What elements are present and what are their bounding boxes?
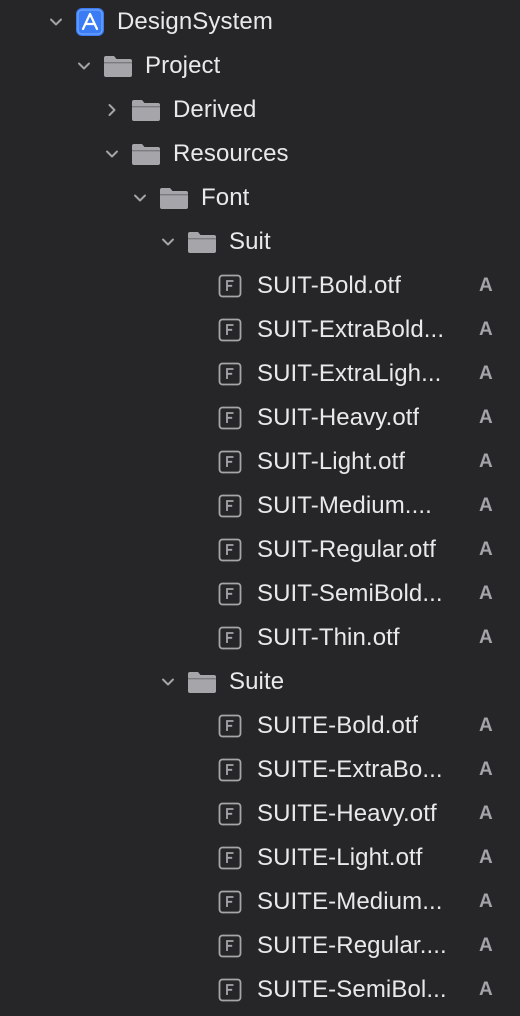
tree-item-label: SUITE-Light.otf [257,844,423,871]
tree-row-file[interactable]: SUITE-Heavy.otf A [0,792,520,836]
git-status-badge: A [479,275,493,296]
tree-row-suite-folder[interactable]: Suite [0,660,520,704]
tree-item-label: SUIT-Light.otf [257,448,406,475]
tree-row-resources-folder[interactable]: Resources [0,132,520,176]
font-file-icon [215,756,245,784]
folder-icon [187,668,217,696]
tree-row-file[interactable]: SUITE-Medium... A [0,880,520,924]
tree-item-label: Project [145,52,221,79]
tree-item-label: SUIT-ExtraLigh... [257,360,442,387]
tree-item-label: SUITE-Medium... [257,888,443,915]
tree-item-label: SUIT-ExtraBold... [257,316,445,343]
tree-row-font-folder[interactable]: Font [0,176,520,220]
tree-item-label: Suit [229,228,271,255]
font-file-icon [215,580,245,608]
tree-row-file[interactable]: SUITE-Light.otf A [0,836,520,880]
tree-item-label: SUITE-ExtraBo... [257,756,443,783]
git-status-badge: A [479,495,493,516]
tree-row-file[interactable]: SUIT-Thin.otf A [0,616,520,660]
tree-item-label: SUIT-Bold.otf [257,272,402,299]
tree-item-label: SUIT-Heavy.otf [257,404,420,431]
tree-row-file[interactable]: SUITE-SemiBol... A [0,968,520,1012]
folder-icon [131,96,161,124]
font-file-icon [215,712,245,740]
git-status-badge: A [479,715,493,736]
git-status-badge: A [479,319,493,340]
tree-item-label: SUITE-SemiBol... [257,976,447,1003]
font-file-icon [215,404,245,432]
tree-row-file[interactable]: SUIT-Bold.otf A [0,264,520,308]
tree-row-file[interactable]: SUITE-Bold.otf A [0,704,520,748]
tree-row-file[interactable]: SUIT-ExtraBold... A [0,308,520,352]
tree-row-project-folder[interactable]: Project [0,44,520,88]
tree-item-label: SUIT-Regular.otf [257,536,437,563]
tree-row-designsystem[interactable]: DesignSystem [0,0,520,44]
font-file-icon [215,448,245,476]
git-status-badge: A [479,891,493,912]
chevron-down-icon[interactable] [158,232,178,252]
tree-item-label: SUITE-Bold.otf [257,712,419,739]
chevron-down-icon[interactable] [158,672,178,692]
git-status-badge: A [479,979,493,1000]
git-status-badge: A [479,451,493,472]
git-status-badge: A [479,583,493,604]
chevron-right-icon[interactable] [102,100,122,120]
chevron-down-icon[interactable] [46,12,66,32]
tree-item-label: SUITE-Regular.... [257,932,447,959]
chevron-down-icon[interactable] [102,144,122,164]
folder-icon [159,184,189,212]
tree-item-label: SUITE-Heavy.otf [257,800,437,827]
font-file-icon [215,272,245,300]
tree-row-file[interactable]: SUIT-Regular.otf A [0,528,520,572]
git-status-badge: A [479,627,493,648]
tree-item-label: Suite [229,668,285,695]
font-file-icon [215,624,245,652]
font-file-icon [215,360,245,388]
tree-row-derived-folder[interactable]: Derived [0,88,520,132]
git-status-badge: A [479,935,493,956]
font-file-icon [215,976,245,1004]
tree-item-label: SUIT-Medium.... [257,492,432,519]
tree-item-label: SUIT-SemiBold... [257,580,443,607]
font-file-icon [215,316,245,344]
git-status-badge: A [479,759,493,780]
font-file-icon [215,492,245,520]
git-status-badge: A [479,363,493,384]
tree-row-file[interactable]: SUIT-Medium.... A [0,484,520,528]
git-status-badge: A [479,407,493,428]
git-status-badge: A [479,539,493,560]
tree-row-file[interactable]: SUIT-ExtraLigh... A [0,352,520,396]
folder-icon [103,52,133,80]
tree-item-label: Derived [173,96,257,123]
folder-icon [131,140,161,168]
tree-row-file[interactable]: SUITE-ExtraBo... A [0,748,520,792]
tree-row-file[interactable]: SUITE-Regular.... A [0,924,520,968]
tree-row-file[interactable]: SUIT-Heavy.otf A [0,396,520,440]
tree-row-suit-folder[interactable]: Suit [0,220,520,264]
git-status-badge: A [479,847,493,868]
font-file-icon [215,536,245,564]
font-file-icon [215,932,245,960]
tree-item-label: Font [201,184,250,211]
chevron-down-icon[interactable] [130,188,150,208]
tree-row-file[interactable]: SUIT-Light.otf A [0,440,520,484]
font-file-icon [215,888,245,916]
project-navigator: DesignSystem Project Derived Resources F… [0,0,520,1016]
font-file-icon [215,844,245,872]
tree-item-label: SUIT-Thin.otf [257,624,400,651]
tree-item-label: Resources [173,140,289,167]
font-file-icon [215,800,245,828]
git-status-badge: A [479,803,493,824]
chevron-down-icon[interactable] [74,56,94,76]
tree-item-label: DesignSystem [117,8,273,35]
folder-icon [187,228,217,256]
tree-row-file[interactable]: SUIT-SemiBold... A [0,572,520,616]
app-project-icon [75,8,105,36]
